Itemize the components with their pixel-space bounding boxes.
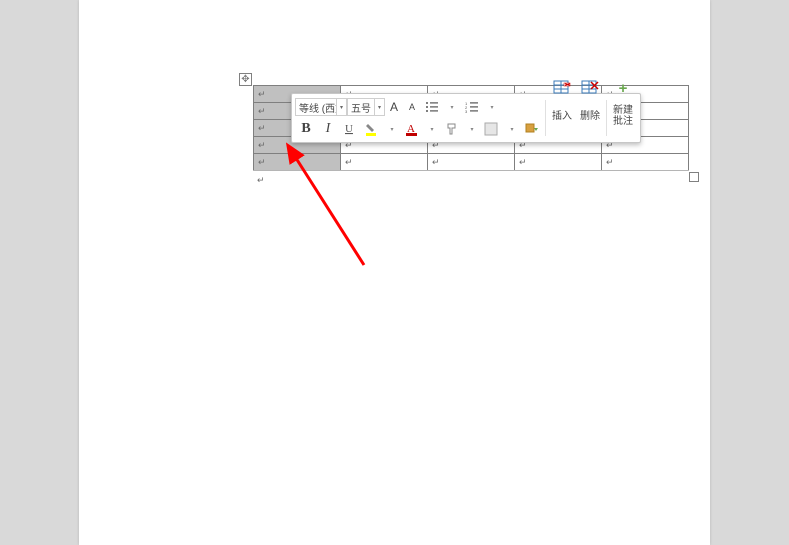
shading-dropdown-icon[interactable]: ▾: [504, 119, 520, 139]
format-painter-button[interactable]: [442, 119, 462, 139]
numbering-icon: 123: [465, 101, 479, 113]
table-insert-icon: [553, 80, 571, 96]
numbering-button[interactable]: 123: [462, 97, 482, 117]
table-cell[interactable]: [602, 154, 689, 171]
separator: [545, 100, 546, 136]
highlight-dropdown-icon[interactable]: ▾: [384, 119, 400, 139]
brush-icon: [445, 122, 459, 136]
bullets-button[interactable]: [422, 97, 442, 117]
font-size-combo[interactable]: 五号: [347, 98, 375, 116]
insert-label: 插入: [552, 111, 572, 122]
table-cell[interactable]: [515, 154, 602, 171]
delete-label: 删除: [580, 111, 600, 122]
table-insert-button[interactable]: 插入: [548, 96, 576, 136]
bullets-dropdown-icon[interactable]: ▾: [444, 97, 460, 117]
table-cell[interactable]: [341, 154, 428, 171]
svg-text:U: U: [345, 123, 353, 135]
font-size-dropdown-icon[interactable]: ▾: [375, 98, 385, 116]
comment-label-2: 批注: [613, 116, 633, 127]
table-resize-handle[interactable]: [689, 172, 699, 182]
italic-button[interactable]: I: [318, 119, 338, 139]
shrink-font-button[interactable]: A: [404, 97, 420, 117]
comment-label-1: 新建: [613, 105, 633, 116]
numbering-dropdown-icon[interactable]: ▾: [484, 97, 500, 117]
mini-toolbar: 等线 (西文 ▾ 五号 ▾ A A ▾ 123 ▾ B: [291, 93, 641, 143]
new-comment-button[interactable]: + 新建 批注: [609, 96, 637, 136]
table-delete-button[interactable]: 删除: [576, 96, 604, 136]
format-painter-dropdown-icon[interactable]: ▾: [464, 119, 480, 139]
separator: [606, 100, 607, 136]
shading-button[interactable]: [482, 119, 502, 139]
underline-icon: U: [343, 122, 357, 136]
highlight-icon: [365, 122, 379, 136]
highlight-button[interactable]: [362, 119, 382, 139]
new-comment-icon: +: [619, 80, 628, 96]
styles-icon: [525, 122, 539, 136]
paragraph-mark: ↵: [257, 175, 265, 186]
underline-button[interactable]: U: [340, 119, 360, 139]
grow-font-button[interactable]: A: [386, 97, 402, 117]
table-cell[interactable]: [428, 154, 515, 171]
table-cell[interactable]: [254, 154, 341, 171]
font-name-dropdown-icon[interactable]: ▾: [337, 98, 347, 116]
font-color-button[interactable]: A: [402, 119, 422, 139]
font-color-icon: A: [405, 122, 419, 136]
svg-text:3: 3: [465, 109, 468, 113]
table-delete-icon: [581, 80, 599, 96]
document-page: ✥: [79, 0, 710, 545]
styles-button[interactable]: [522, 119, 542, 139]
shading-icon: [484, 122, 500, 136]
font-color-dropdown-icon[interactable]: ▾: [424, 119, 440, 139]
bullets-icon: [425, 101, 439, 113]
bold-button[interactable]: B: [296, 119, 316, 139]
font-name-combo[interactable]: 等线 (西文: [295, 98, 337, 116]
table-row: [254, 154, 689, 171]
table-move-handle[interactable]: ✥: [239, 73, 252, 86]
